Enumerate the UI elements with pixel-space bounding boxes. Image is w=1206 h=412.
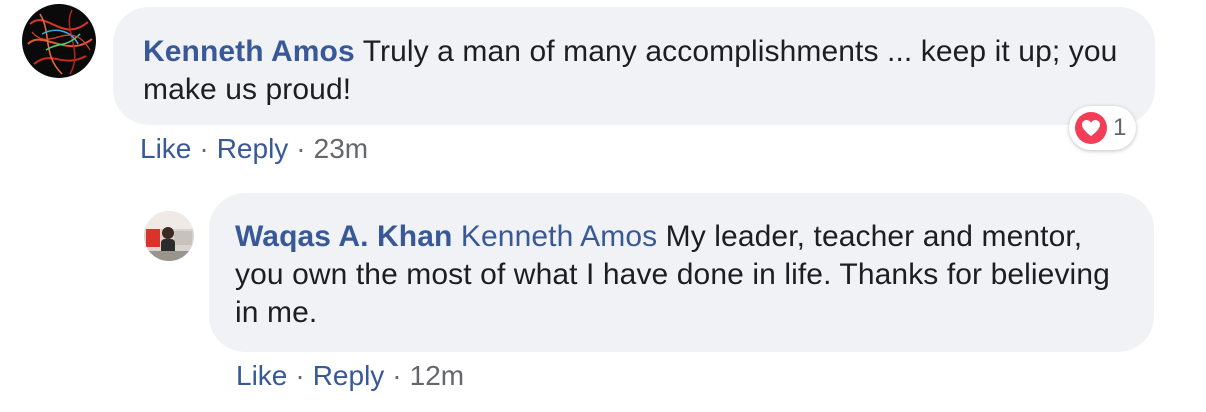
comment-actions: Like · Reply · 12m xyxy=(236,360,464,392)
reaction-summary[interactable]: 1 xyxy=(1069,106,1137,150)
separator-dot: · xyxy=(296,133,306,164)
like-link[interactable]: Like xyxy=(236,360,287,391)
separator-dot: · xyxy=(295,360,305,391)
like-link[interactable]: Like xyxy=(140,133,191,164)
avatar[interactable] xyxy=(22,4,96,78)
reply-bubble: Waqas A. Khan Kenneth Amos My leader, te… xyxy=(209,193,1154,352)
heart-icon xyxy=(1075,112,1107,144)
avatar[interactable] xyxy=(144,211,194,261)
comment-author[interactable]: Waqas A. Khan xyxy=(235,220,452,253)
timestamp[interactable]: 12m xyxy=(410,360,464,391)
reaction-count: 1 xyxy=(1113,114,1127,141)
comment-actions: Like · Reply · 23m xyxy=(140,133,368,165)
comment-bubble: Kenneth Amos Truly a man of many accompl… xyxy=(113,7,1155,125)
reply-link[interactable]: Reply xyxy=(217,133,289,164)
reply-link[interactable]: Reply xyxy=(313,360,385,391)
separator-dot: · xyxy=(199,133,209,164)
avatar-image xyxy=(22,4,96,78)
separator-dot: · xyxy=(392,360,402,391)
timestamp[interactable]: 23m xyxy=(314,133,368,164)
comment-author[interactable]: Kenneth Amos xyxy=(143,35,355,68)
mention-link[interactable]: Kenneth Amos xyxy=(461,220,657,253)
avatar-image xyxy=(144,211,194,261)
